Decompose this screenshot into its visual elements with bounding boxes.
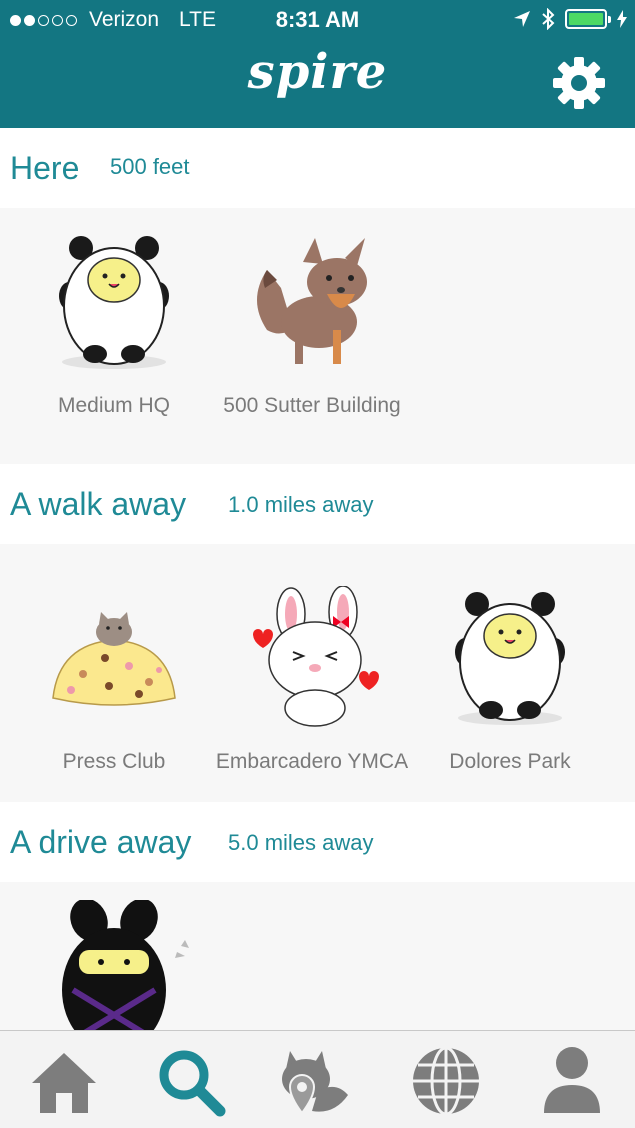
section-title: A walk away [10, 486, 187, 522]
place-name: 500 Sutter Building [223, 394, 401, 417]
section-distance: 5.0 miles away [228, 830, 374, 855]
places-row-here: Medium HQ 500 Sutter Building [0, 208, 635, 464]
bluetooth-icon [542, 8, 555, 30]
panda-cat-icon [455, 592, 565, 725]
bunny-icon [253, 585, 379, 727]
places-row-walk: Press Club Embarcadero YMCA Dolores Park [0, 544, 635, 802]
fox-pin-icon[interactable] [272, 1041, 352, 1121]
place-500-sutter-building[interactable]: 500 Sutter Building [212, 230, 412, 421]
panda-cat-icon [59, 236, 169, 369]
section-title: A drive away [10, 824, 192, 860]
place-embarcadero-ymca[interactable]: Embarcadero YMCA [212, 585, 412, 777]
status-bar: Verizon LTE 8:31 AM [0, 0, 635, 40]
fox-icon [257, 238, 367, 364]
section-title: Here [10, 150, 80, 186]
place-name: Medium HQ [57, 394, 171, 417]
tab-bar [0, 1030, 635, 1128]
person-icon[interactable] [532, 1041, 612, 1121]
place-name: Dolores Park [449, 750, 571, 773]
place-dolores-park[interactable]: Dolores Park [410, 586, 610, 777]
section-header-drive: A drive away 5.0 miles away [0, 802, 635, 882]
place-press-club[interactable]: Press Club [14, 586, 214, 777]
place-name: Press Club [62, 750, 166, 773]
places-row-drive [0, 882, 635, 1030]
search-icon[interactable] [150, 1041, 230, 1121]
battery-icon [565, 9, 611, 29]
ninja-bunny-icon [62, 898, 189, 1030]
place-ninja-bunny[interactable] [14, 898, 214, 1030]
section-distance: 500 feet [110, 154, 190, 179]
gear-icon[interactable] [552, 56, 606, 110]
place-name: Embarcadero YMCA [215, 750, 409, 773]
cat-on-cookie-pile-icon [52, 612, 176, 706]
location-arrow-icon [514, 11, 530, 27]
section-header-walk: A walk away 1.0 miles away [0, 464, 635, 544]
app-logo: spire [247, 44, 388, 100]
app-header: Verizon LTE 8:31 AM spire [0, 0, 635, 128]
section-distance: 1.0 miles away [228, 492, 374, 517]
home-icon[interactable] [24, 1041, 104, 1121]
globe-icon[interactable] [406, 1041, 486, 1121]
section-header-here: Here 500 feet [0, 128, 635, 208]
charging-bolt-icon [617, 10, 627, 28]
place-medium-hq[interactable]: Medium HQ [14, 230, 214, 421]
